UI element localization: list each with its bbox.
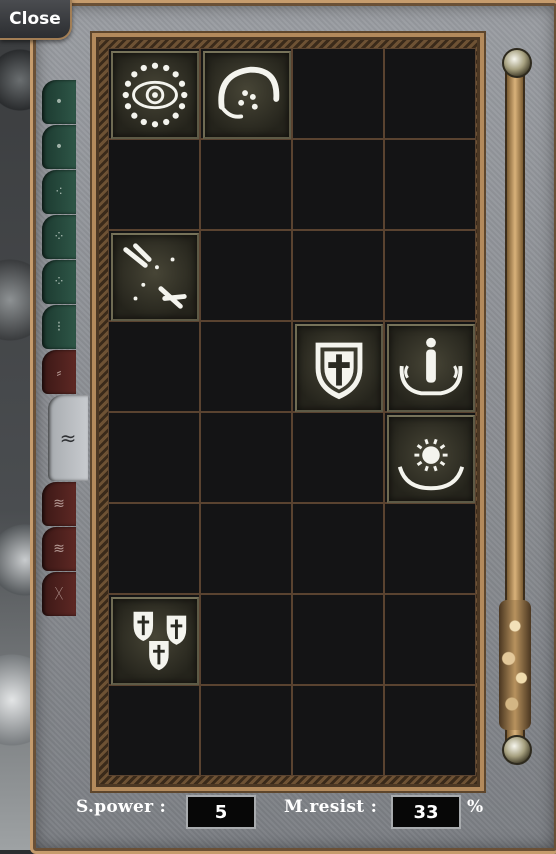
grid-slot[interactable] <box>384 412 476 503</box>
triple-shields-icon <box>116 602 194 680</box>
grid-slot[interactable] <box>108 321 200 412</box>
chains-icon <box>116 238 194 316</box>
grid-slot[interactable] <box>292 685 384 776</box>
grid-slot[interactable] <box>200 321 292 412</box>
grid-slot[interactable] <box>108 503 200 594</box>
skill-icon-raised-figure-icon[interactable] <box>387 324 475 412</box>
skill-icon-crescent-dots-icon[interactable] <box>203 51 291 139</box>
side-tab-4[interactable]: ⁘ <box>42 215 76 259</box>
sun-cradle-icon <box>392 420 470 498</box>
mresist-value: 33 <box>391 795 461 829</box>
side-tab-8[interactable]: ≈ <box>48 395 88 481</box>
skill-grid <box>108 48 476 776</box>
skill-icon-cross-shield-icon[interactable] <box>295 324 383 412</box>
radiant-eye-icon <box>116 56 194 134</box>
crescent-dots-icon <box>208 56 286 134</box>
grid-slot[interactable] <box>108 412 200 503</box>
raised-figure-icon <box>392 329 470 407</box>
grid-slot[interactable] <box>292 321 384 412</box>
grid-slot[interactable] <box>108 48 200 139</box>
grid-slot[interactable] <box>292 139 384 230</box>
grid-slot[interactable] <box>292 503 384 594</box>
grid-slot[interactable] <box>200 594 292 685</box>
grid-slot[interactable] <box>384 685 476 776</box>
mresist-label: M.resist : <box>284 797 378 817</box>
scrollbar-thumb[interactable] <box>499 600 531 730</box>
skill-icon-radiant-eye-icon[interactable] <box>111 51 199 139</box>
scroll-up-button[interactable] <box>502 48 532 78</box>
mresist-unit: % <box>467 797 484 817</box>
grid-slot[interactable] <box>384 139 476 230</box>
grid-slot[interactable] <box>200 412 292 503</box>
grid-slot[interactable] <box>108 139 200 230</box>
grid-slot[interactable] <box>292 230 384 321</box>
side-tab-11[interactable]: ᚷ <box>42 572 76 616</box>
grid-slot[interactable] <box>108 594 200 685</box>
scroll-down-button[interactable] <box>502 735 532 765</box>
cross-shield-icon <box>300 329 378 407</box>
grid-slot[interactable] <box>200 230 292 321</box>
grid-slot[interactable] <box>200 503 292 594</box>
side-tab-9[interactable]: ≋ <box>42 482 76 526</box>
grid-slot[interactable] <box>108 230 200 321</box>
grid-slot[interactable] <box>384 48 476 139</box>
grid-slot[interactable] <box>384 503 476 594</box>
side-tab-2[interactable]: • <box>42 125 76 169</box>
grid-slot[interactable] <box>384 594 476 685</box>
category-tabs: • • ⁖ ⁘ ⁘ ⁝ ⸗ ≈ ≋ ≋ ᚷ <box>42 80 88 617</box>
side-tab-5[interactable]: ⁘ <box>42 260 76 304</box>
side-tab-6[interactable]: ⁝ <box>42 305 76 349</box>
side-tab-10[interactable]: ≋ <box>42 527 76 571</box>
grid-slot[interactable] <box>292 594 384 685</box>
close-button[interactable]: Close <box>0 0 72 40</box>
spower-label: S.power : <box>76 797 167 817</box>
grid-slot[interactable] <box>200 685 292 776</box>
skill-icon-chains-icon[interactable] <box>111 233 199 321</box>
grid-slot[interactable] <box>292 48 384 139</box>
spower-value: 5 <box>186 795 256 829</box>
skill-grid-frame <box>92 33 484 791</box>
grid-slot[interactable] <box>384 321 476 412</box>
grid-slot[interactable] <box>108 685 200 776</box>
side-tab-1[interactable]: • <box>42 80 76 124</box>
grid-slot[interactable] <box>200 48 292 139</box>
side-tab-7[interactable]: ⸗ <box>42 350 76 394</box>
grid-slot[interactable] <box>384 230 476 321</box>
side-tab-3[interactable]: ⁖ <box>42 170 76 214</box>
grid-slot[interactable] <box>200 139 292 230</box>
skill-icon-sun-cradle-icon[interactable] <box>387 415 475 503</box>
skill-icon-triple-shields-icon[interactable] <box>111 597 199 685</box>
grid-slot[interactable] <box>292 412 384 503</box>
